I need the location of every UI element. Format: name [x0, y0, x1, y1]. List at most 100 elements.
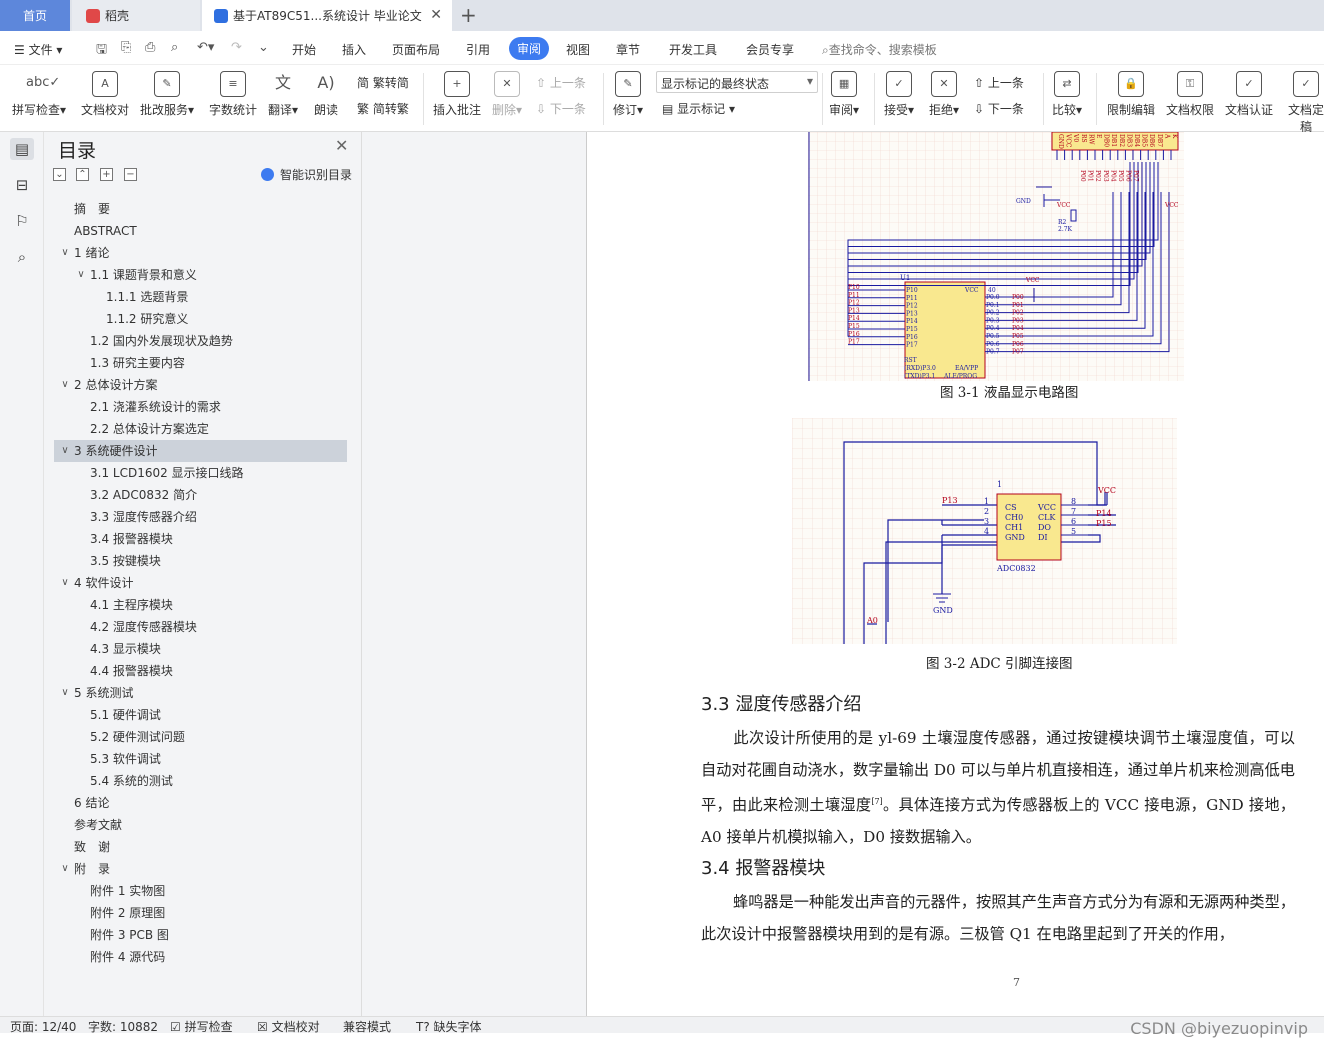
- batch-service-button[interactable]: ✎ 批改服务▾: [140, 71, 194, 118]
- show-markup-button[interactable]: ▤ 显示标记 ▾: [662, 100, 735, 117]
- toc-item[interactable]: 4.2 湿度传感器模块: [54, 616, 347, 638]
- chevron-down-icon[interactable]: ∨: [59, 572, 71, 594]
- toc-item[interactable]: 3.4 报警器模块: [54, 528, 347, 550]
- toc-item[interactable]: ∨ 3 系统硬件设计: [54, 440, 347, 462]
- chapter-nav-icon[interactable]: ⊟: [10, 174, 34, 196]
- track-changes-button[interactable]: ✎ 修订▾: [613, 71, 643, 118]
- delete-comment-button[interactable]: ✕ 删除▾: [492, 71, 522, 118]
- toc-item[interactable]: 1.1.1 选题背景: [54, 286, 347, 308]
- chevron-down-icon[interactable]: ∨: [75, 264, 87, 286]
- toc-item[interactable]: ∨ 1 绪论: [54, 242, 347, 264]
- menu-page-layout[interactable]: 页面布局: [392, 41, 440, 58]
- menu-developer[interactable]: 开发工具: [669, 41, 717, 58]
- toc-item[interactable]: 4.3 显示模块: [54, 638, 347, 660]
- redo-icon[interactable]: ↷: [231, 40, 242, 55]
- toc-item[interactable]: 5.2 硬件测试问题: [54, 726, 347, 748]
- spell-check-button[interactable]: abc✓ 拼写检查▾: [12, 71, 66, 118]
- menu-view[interactable]: 视图: [566, 41, 590, 58]
- word-count-button[interactable]: ≡ 字数统计: [209, 71, 257, 118]
- toc-item[interactable]: 附件 1 实物图: [54, 880, 347, 902]
- proofread-button[interactable]: A 文档校对: [81, 71, 129, 118]
- menu-references[interactable]: 引用: [466, 41, 490, 58]
- toc-item[interactable]: ∨ 附 录: [54, 858, 347, 880]
- finalize-document-button[interactable]: ✓ 文档定稿: [1288, 71, 1324, 135]
- markup-state-select[interactable]: 显示标记的最终状态: [656, 71, 818, 93]
- insert-comment-button[interactable]: + 插入批注: [433, 71, 481, 118]
- tab-home[interactable]: 首页: [0, 0, 70, 31]
- toc-item[interactable]: 3.5 按键模块: [54, 550, 347, 572]
- menu-member[interactable]: 会员专享: [746, 41, 794, 58]
- compare-button[interactable]: ⇄ 比较▾: [1052, 71, 1082, 118]
- spell-check-status[interactable]: ☑ 拼写检查: [170, 1018, 233, 1035]
- menu-review[interactable]: 审阅: [509, 37, 550, 60]
- toc-item[interactable]: 参考文献: [54, 814, 347, 836]
- word-count-status[interactable]: 字数: 10882: [88, 1018, 158, 1035]
- collapse-all-icon[interactable]: ⌄: [53, 168, 66, 181]
- toc-item[interactable]: ∨ 1.1 课题背景和意义: [54, 264, 347, 286]
- print-icon[interactable]: ⎙: [145, 40, 155, 55]
- tab-document[interactable]: 基于AT89C51...系统设计 毕业论文 ✕: [202, 0, 452, 31]
- reject-button[interactable]: ✕ 拒绝▾: [929, 71, 959, 118]
- customize-icon[interactable]: ⌄: [258, 40, 269, 55]
- prev-comment-button[interactable]: ⇧ 上一条: [536, 74, 586, 91]
- toc-item[interactable]: ∨ 5 系统测试: [54, 682, 347, 704]
- chevron-down-icon[interactable]: ∨: [59, 374, 71, 396]
- menu-section[interactable]: 章节: [616, 41, 640, 58]
- search-icon[interactable]: ⌕: [10, 246, 34, 268]
- toc-item[interactable]: 附件 2 原理图: [54, 902, 347, 924]
- restrict-editing-button[interactable]: 🔒 限制编辑: [1107, 71, 1155, 118]
- save-icon[interactable]: 🖫: [96, 40, 107, 62]
- new-tab-icon[interactable]: +: [460, 3, 477, 27]
- chevron-down-icon[interactable]: ∨: [59, 682, 71, 704]
- undo-icon[interactable]: ↶▾: [197, 40, 214, 55]
- read-aloud-button[interactable]: A) 朗读: [313, 71, 339, 118]
- review-pane-button[interactable]: ▦ 审阅▾: [829, 71, 859, 118]
- simp-to-trad-button[interactable]: 繁 简转繁: [357, 100, 409, 117]
- trad-to-simp-button[interactable]: 简 繁转简: [357, 74, 409, 91]
- toc-item[interactable]: 1.2 国内外发展现状及趋势: [54, 330, 347, 352]
- chevron-down-icon[interactable]: ∨: [59, 242, 71, 264]
- page-indicator[interactable]: 页面: 12/40: [10, 1018, 76, 1035]
- toc-item[interactable]: ∨ 4 软件设计: [54, 572, 347, 594]
- toc-item[interactable]: 1.3 研究主要内容: [54, 352, 347, 374]
- toc-item[interactable]: 3.1 LCD1602 显示接口线路: [54, 462, 347, 484]
- next-comment-button[interactable]: ⇩ 下一条: [536, 100, 586, 117]
- print-preview-icon[interactable]: ⎘: [121, 40, 131, 55]
- missing-font-status[interactable]: T? 缺失字体: [416, 1018, 482, 1035]
- accept-button[interactable]: ✓ 接受▾: [884, 71, 914, 118]
- toc-item[interactable]: 5.4 系统的测试: [54, 770, 347, 792]
- toc-item[interactable]: 4.4 报警器模块: [54, 660, 347, 682]
- toc-item[interactable]: 6 结论: [54, 792, 347, 814]
- document-permission-button[interactable]: ⚿ 文档权限: [1166, 71, 1214, 118]
- proofread-status[interactable]: ☒ 文档校对: [257, 1018, 320, 1035]
- find-icon[interactable]: ⌕: [171, 40, 178, 55]
- toc-item[interactable]: 4.1 主程序模块: [54, 594, 347, 616]
- plus-icon[interactable]: +: [100, 168, 113, 181]
- chevron-down-icon[interactable]: ∨: [59, 440, 71, 462]
- next-change-button[interactable]: ⇩ 下一条: [974, 100, 1024, 117]
- citation-ref[interactable]: [7]: [871, 797, 882, 806]
- toc-item[interactable]: 致 谢: [54, 836, 347, 858]
- toc-item[interactable]: 2.1 浇灌系统设计的需求: [54, 396, 347, 418]
- toc-item[interactable]: 5.3 软件调试: [54, 748, 347, 770]
- tab-daoke[interactable]: 稻壳: [72, 0, 200, 31]
- minus-icon[interactable]: −: [124, 168, 137, 181]
- close-tab-icon[interactable]: ✕: [430, 7, 442, 23]
- smart-toc-button[interactable]: 智能识别目录: [261, 166, 352, 183]
- toc-item[interactable]: ∨ 2 总体设计方案: [54, 374, 347, 396]
- toc-item[interactable]: 附件 4 源代码: [54, 946, 347, 968]
- menu-insert[interactable]: 插入: [342, 41, 366, 58]
- toc-item[interactable]: 附件 3 PCB 图: [54, 924, 347, 946]
- menu-start[interactable]: 开始: [292, 41, 316, 58]
- toc-panel-icon[interactable]: ▤: [10, 138, 34, 160]
- toc-item[interactable]: 3.3 湿度传感器介绍: [54, 506, 347, 528]
- chevron-down-icon[interactable]: ∨: [59, 858, 71, 880]
- command-search[interactable]: ⌕查找命令、搜索模板: [822, 41, 937, 58]
- toc-item[interactable]: 2.2 总体设计方案选定: [54, 418, 347, 440]
- close-icon[interactable]: ✕: [335, 136, 348, 155]
- toc-item[interactable]: 5.1 硬件调试: [54, 704, 347, 726]
- toc-item[interactable]: ABSTRACT: [54, 220, 347, 242]
- document-certify-button[interactable]: ✓ 文档认证: [1225, 71, 1273, 118]
- prev-change-button[interactable]: ⇧ 上一条: [974, 74, 1024, 91]
- compat-mode-status[interactable]: 兼容模式: [343, 1018, 391, 1035]
